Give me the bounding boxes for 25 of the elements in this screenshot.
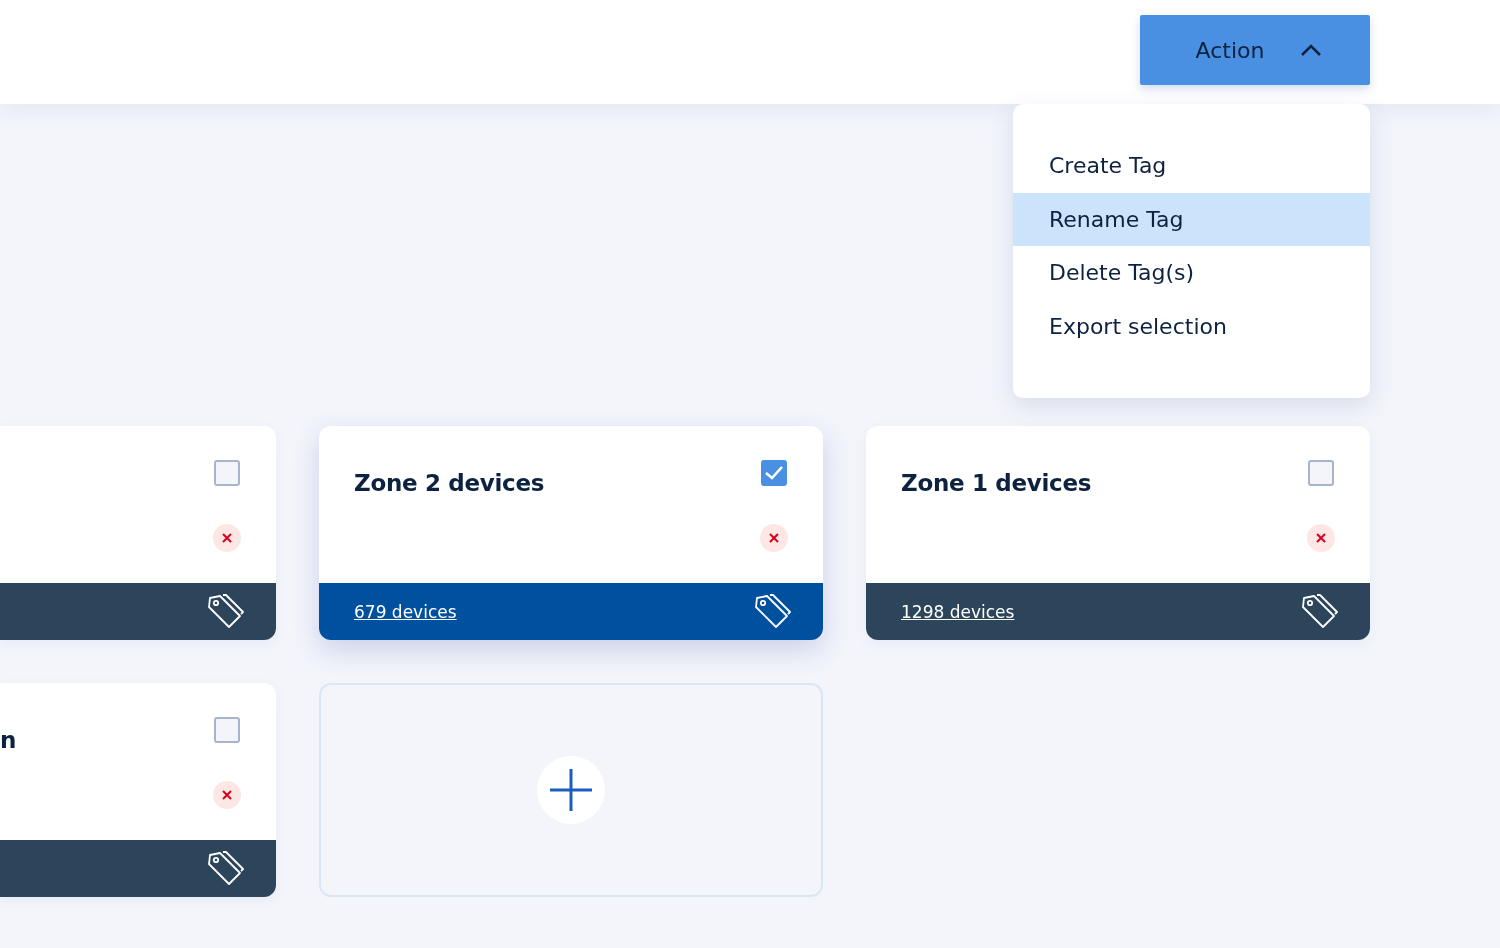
checkbox[interactable]: [761, 460, 787, 486]
plus-icon[interactable]: [537, 756, 605, 824]
card-title: n: [0, 727, 17, 755]
device-count-link[interactable]: 1298 devices: [901, 601, 1015, 622]
checkbox[interactable]: [214, 717, 240, 743]
action-button[interactable]: Action: [1140, 15, 1370, 85]
checkbox[interactable]: [1308, 460, 1334, 486]
checkmark-icon: [764, 465, 784, 481]
delete-icon[interactable]: [760, 524, 788, 552]
tag-icon: [1300, 592, 1338, 631]
device-count-link[interactable]: 679 devices: [354, 601, 457, 622]
card-title: Zone 1 devices: [901, 470, 1092, 498]
card-title: Zone 2 devices: [354, 470, 545, 498]
chevron-icon: [1300, 43, 1323, 57]
menu-item[interactable]: Rename Tag: [1013, 192, 1370, 246]
checkbox[interactable]: [214, 460, 240, 486]
tag-icon: [753, 592, 791, 631]
menu-item[interactable]: Export selection: [1013, 299, 1370, 353]
tag-icon: [206, 849, 244, 888]
delete-icon[interactable]: [213, 781, 241, 809]
tag-icon: [206, 592, 244, 631]
delete-icon[interactable]: [213, 524, 241, 552]
menu-item[interactable]: Delete Tag(s): [1013, 246, 1370, 300]
delete-icon[interactable]: [1307, 524, 1335, 552]
menu-item[interactable]: Create Tag: [1013, 139, 1370, 193]
